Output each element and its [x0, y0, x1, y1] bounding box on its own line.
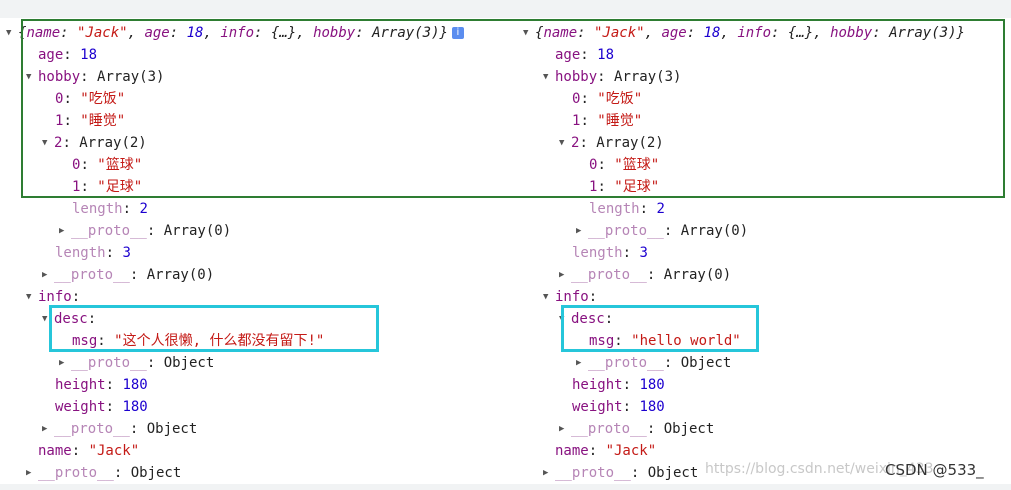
prop-height: height: 180 [55, 377, 148, 393]
hobby-length: length: 3 [55, 245, 131, 261]
collapse-triangle-icon[interactable]: ▶ [559, 418, 571, 440]
expand-triangle-icon[interactable]: ▼ [543, 286, 555, 308]
inner-proto[interactable]: ▶ __proto__: Array(0) [59, 220, 231, 242]
inner-proto[interactable]: ▶ __proto__: Array(0) [576, 220, 748, 242]
collapse-triangle-icon[interactable]: ▶ [543, 462, 555, 484]
prop-name: name: "Jack" [555, 443, 657, 459]
expand-triangle-icon[interactable]: ▼ [26, 286, 38, 308]
cyan-highlight-box-right [561, 305, 759, 352]
inner-length: length: 2 [589, 201, 665, 217]
collapse-triangle-icon[interactable]: ▶ [576, 220, 588, 242]
collapse-triangle-icon[interactable]: ▶ [42, 264, 54, 286]
hobby-proto[interactable]: ▶ __proto__: Array(0) [559, 264, 731, 286]
collapse-triangle-icon[interactable]: ▶ [559, 264, 571, 286]
info-proto[interactable]: ▶ __proto__: Object [559, 418, 714, 440]
desc-proto[interactable]: ▶ __proto__: Object [576, 352, 731, 374]
console-top-bar [0, 0, 1011, 18]
root-proto[interactable]: ▶ __proto__: Object [543, 462, 698, 484]
hobby-length: length: 3 [572, 245, 648, 261]
prop-name: name: "Jack" [38, 443, 140, 459]
info-proto[interactable]: ▶ __proto__: Object [42, 418, 197, 440]
inner-length: length: 2 [72, 201, 148, 217]
green-highlight-box [21, 19, 1005, 198]
desc-proto[interactable]: ▶ __proto__: Object [59, 352, 214, 374]
collapse-triangle-icon[interactable]: ▶ [59, 220, 71, 242]
hobby-proto[interactable]: ▶ __proto__: Array(0) [42, 264, 214, 286]
prop-weight: weight: 180 [55, 399, 148, 415]
root-proto[interactable]: ▶ __proto__: Object [26, 462, 181, 484]
prop-weight: weight: 180 [572, 399, 665, 415]
cyan-highlight-box-left [49, 305, 379, 352]
prop-height: height: 180 [572, 377, 665, 393]
collapse-triangle-icon[interactable]: ▶ [42, 418, 54, 440]
collapse-triangle-icon[interactable]: ▶ [576, 352, 588, 374]
csdn-watermark: CSDN @533_ [885, 461, 984, 479]
collapse-triangle-icon[interactable]: ▶ [59, 352, 71, 374]
console-bottom-bar [0, 484, 1011, 490]
expand-triangle-icon[interactable]: ▼ [6, 22, 18, 44]
collapse-triangle-icon[interactable]: ▶ [26, 462, 38, 484]
